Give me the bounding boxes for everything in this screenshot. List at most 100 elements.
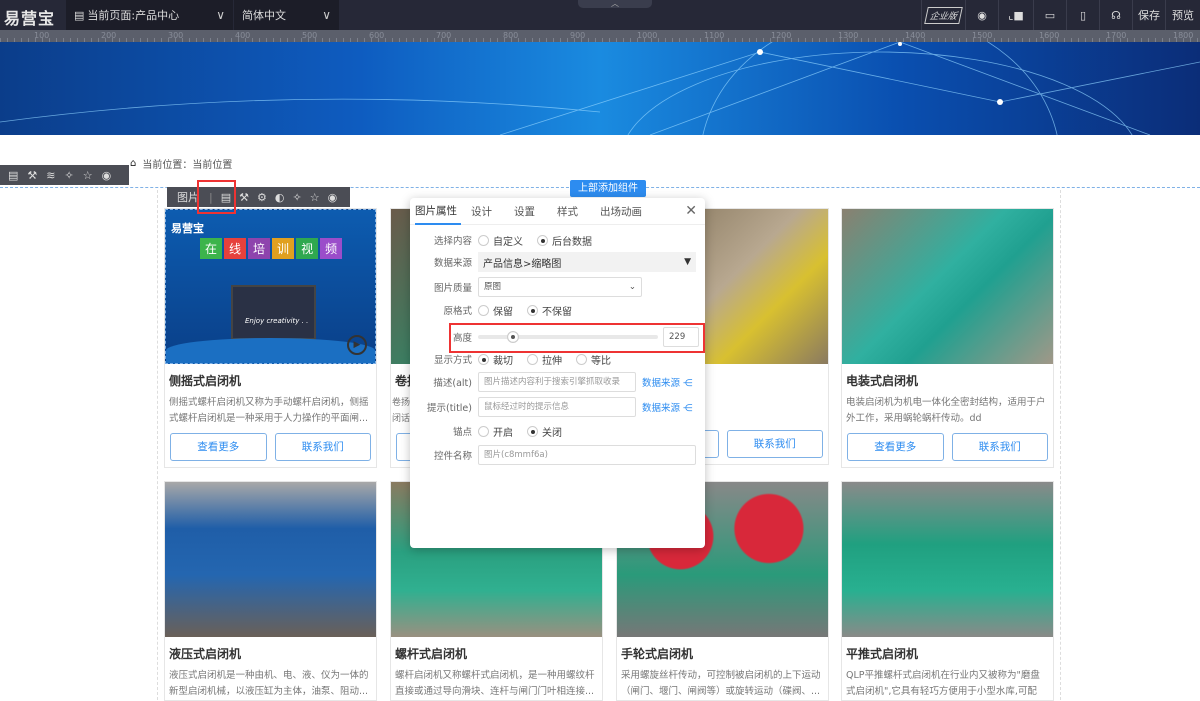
mobile-icon[interactable]: ▯ [1066, 0, 1099, 30]
product-card[interactable]: 液压式启闭机 液压式启闭机是一种由机、电、液、仪为一体的新型启闭机械，以液压缸为… [164, 481, 377, 701]
toolbar-label: 图片 [177, 191, 199, 204]
eye-icon[interactable]: ◉ [102, 169, 112, 182]
radio-anchor-on[interactable]: 开启 [478, 424, 513, 439]
wand-icon[interactable]: ✧ [65, 169, 74, 182]
page-icon: ▤ [74, 8, 85, 22]
magic-icon[interactable]: ⚒ [239, 191, 249, 204]
eye-icon[interactable]: ◉ [965, 0, 998, 30]
tree-icon: ⋲ [683, 378, 693, 389]
align-icon[interactable]: ⌞■ [998, 0, 1033, 30]
product-image[interactable] [842, 209, 1053, 364]
product-description: 电装启闭机为机电一体化全密封结构，适用于户外工作，采用蜗轮蜗杆传动。dd [846, 397, 1046, 424]
page-select[interactable]: ▤ 当前页面:产品中心 ∨ [66, 0, 233, 30]
tab-settings[interactable]: 设置 [514, 204, 547, 219]
alt-input[interactable]: 图片描述内容利于搜索引擎抓取收录 [478, 372, 636, 392]
contact-us-button[interactable]: 联系我们 [274, 433, 371, 461]
image-brand: 易营宝 [171, 222, 204, 235]
wand-icon[interactable]: ✧ [292, 191, 301, 204]
product-image[interactable]: 易营宝 在 线 培 训 视 频 Enjoy creativity . . ▶ [165, 209, 376, 364]
quality-value: 原图 [484, 282, 502, 292]
product-description: 采用螺旋丝杆传动，可控制被启闭机的上下运动（闸门、堰门、闸阀等）或旋转运动（碟阀… [621, 670, 821, 697]
desktop-icon[interactable]: ▭ [1033, 0, 1066, 30]
product-title[interactable]: 侧摇式启闭机 [169, 372, 372, 389]
edition-label: 企业版 [924, 6, 963, 24]
radio-custom[interactable]: 自定义 [478, 233, 523, 248]
product-image[interactable] [842, 482, 1053, 637]
quality-select[interactable]: 原图 ⌄ [478, 277, 642, 297]
edit-icon[interactable]: ▤ [8, 169, 18, 182]
star-icon[interactable]: ☆ [310, 191, 320, 204]
magic-icon[interactable]: ⚒ [27, 169, 37, 182]
tab-animation[interactable]: 出场动画 [600, 204, 654, 219]
char: 训 [272, 238, 295, 259]
breadcrumb: ⌂ 当前位置：当前位置 [130, 156, 232, 171]
language-select[interactable]: 简体中文 ∨ [234, 0, 339, 30]
char: 视 [296, 238, 319, 259]
product-card[interactable]: 平推式启闭机 QLP平推螺杆式启闭机在行业内又被称为"磨盘式启闭机",它具有轻巧… [841, 481, 1054, 701]
field-label: 显示方式 [433, 355, 472, 366]
product-description: 液压式启闭机是一种由机、电、液、仪为一体的新型启闭机械，以液压缸为主体，油泵、阻… [169, 670, 369, 697]
field-label: 原格式 [443, 306, 472, 317]
gear-icon[interactable]: ⚙ [257, 191, 267, 204]
field-label: 提示(title) [427, 403, 472, 414]
field-label: 选择内容 [433, 236, 472, 247]
ruler-label: 900 [570, 31, 586, 40]
support-icon[interactable]: ☊ [1099, 0, 1132, 30]
view-more-button[interactable]: 查看更多 [170, 433, 267, 461]
alt-data-source-link[interactable]: 数据来源 ⋲ [642, 375, 693, 389]
title-data-source-link[interactable]: 数据来源 ⋲ [642, 400, 693, 414]
radio-label: 拉伸 [542, 355, 562, 367]
palette-icon[interactable]: ◐ [275, 191, 285, 204]
language-value: 简体中文 [242, 9, 286, 22]
top-bar: 易营宝 ▤ 当前页面:产品中心 ∨ 简体中文 ∨ ︿ 企业版 ◉ ⌞■ ▭ ▯ ☊ 保… [0, 0, 1200, 30]
field-label: 数据来源 [433, 258, 472, 269]
product-title[interactable]: 电装式启闭机 [846, 372, 1049, 389]
product-card[interactable]: 易营宝 在 线 培 训 视 频 Enjoy creativity . . ▶ 侧… [164, 208, 377, 468]
product-description: 卷扬闭话 [392, 398, 411, 424]
control-name-input[interactable]: 图片(c8mmf6a) [478, 445, 696, 465]
product-title[interactable]: 液压式启闭机 [169, 645, 372, 662]
char: 线 [224, 238, 247, 259]
home-icon[interactable]: ⌂ [130, 158, 136, 169]
product-image[interactable] [165, 482, 376, 637]
play-icon[interactable]: ▶ [347, 335, 367, 355]
tab-image-properties[interactable]: 图片属性 [415, 198, 461, 225]
ruler-label: 200 [101, 31, 117, 40]
radio-backend-data[interactable]: 后台数据 [537, 233, 592, 248]
collapse-handle[interactable]: ︿ [578, 0, 652, 8]
data-source-select[interactable]: 产品信息>缩略图 ▼ [478, 252, 696, 272]
section-toolbar: ▤ ⚒ ≋ ✧ ☆ ◉ [0, 165, 129, 185]
save-button[interactable]: 保存 [1132, 0, 1165, 30]
image-banner-chars: 在 线 培 训 视 频 [200, 238, 343, 259]
contact-us-button[interactable]: 联系我们 [726, 430, 823, 458]
title-input[interactable]: 鼠标经过时的提示信息 [478, 397, 636, 417]
radio-crop[interactable]: 裁切 [478, 352, 513, 367]
edition-badge[interactable]: 企业版 [921, 0, 965, 30]
ruler-label: 1300 [838, 31, 859, 40]
product-title[interactable]: 螺杆式启闭机 [395, 645, 598, 662]
view-more-button[interactable]: 查看更多 [847, 433, 944, 461]
eye-icon[interactable]: ◉ [328, 191, 338, 204]
contact-us-button[interactable]: 联系我们 [951, 433, 1048, 461]
ruler-label: 1200 [771, 31, 792, 40]
field-label: 控件名称 [433, 451, 472, 462]
close-icon[interactable]: ✕ [685, 203, 697, 219]
radio-keep[interactable]: 保留 [478, 303, 513, 318]
product-card[interactable]: 电装式启闭机 电装启闭机为机电一体化全密封结构，适用于户外工作，采用蜗轮蜗杆传动… [841, 208, 1054, 468]
radio-anchor-off[interactable]: 关闭 [527, 424, 562, 439]
preview-button[interactable]: 预览 [1165, 0, 1200, 30]
chevron-down-icon: ⌄ [628, 282, 636, 292]
radio-label: 等比 [591, 355, 611, 367]
tab-style[interactable]: 样式 [557, 204, 590, 219]
product-title[interactable]: 手轮式启闭机 [621, 645, 824, 662]
tab-design[interactable]: 设计 [471, 204, 504, 219]
banner-image [0, 42, 1200, 135]
radio-proportional[interactable]: 等比 [576, 352, 611, 367]
product-title[interactable]: 平推式启闭机 [846, 645, 1049, 662]
radio-stretch[interactable]: 拉伸 [527, 352, 562, 367]
radio-label: 自定义 [493, 236, 523, 248]
star-icon[interactable]: ☆ [83, 169, 93, 182]
layers-icon[interactable]: ≋ [46, 169, 55, 182]
cloud-illustration [166, 338, 375, 363]
radio-no-keep[interactable]: 不保留 [527, 303, 572, 318]
